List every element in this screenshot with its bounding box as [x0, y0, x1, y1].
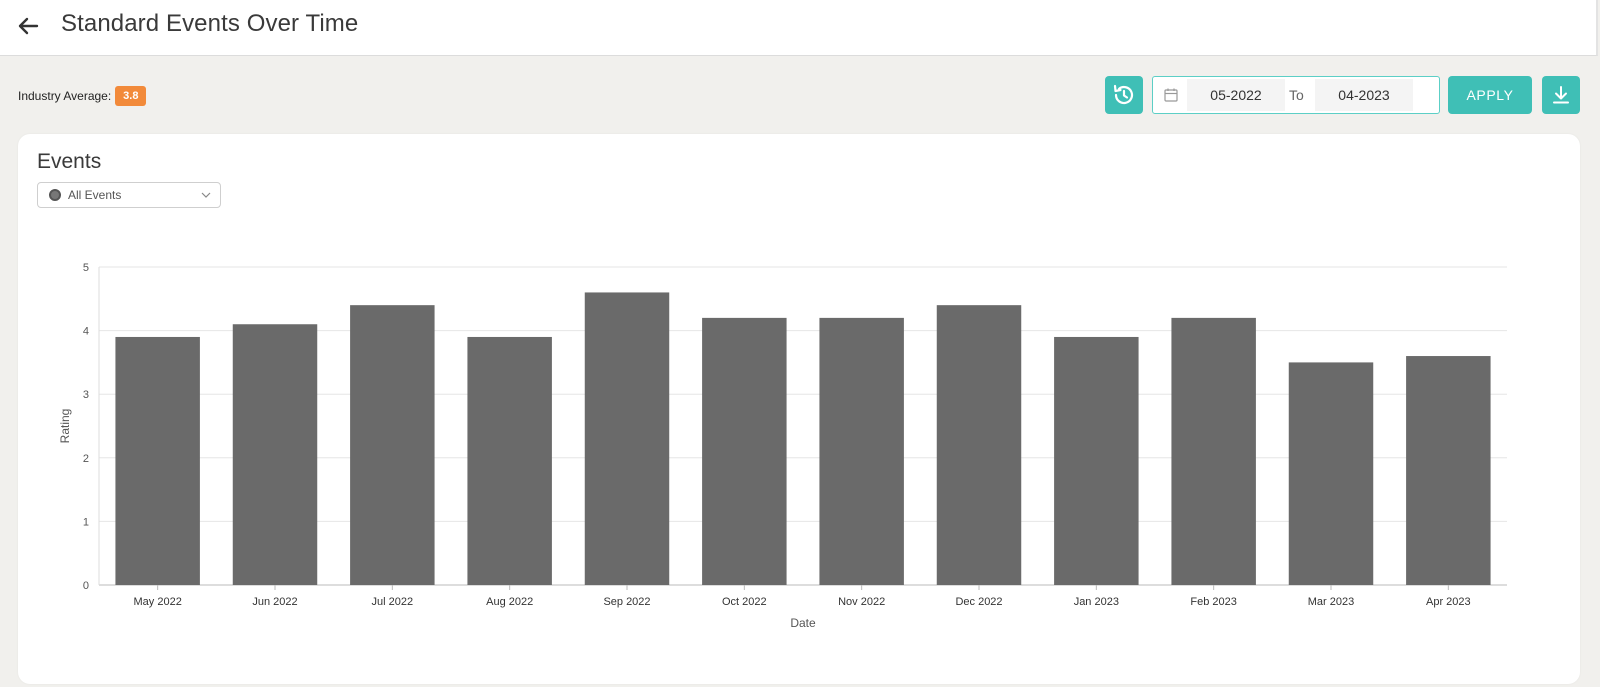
bar: [1288, 362, 1374, 585]
date-range-picker: To: [1152, 76, 1440, 114]
x-tick-label: Jul 2022: [372, 596, 414, 608]
y-tick-label: 0: [83, 580, 89, 592]
bar: [350, 305, 435, 585]
bar: [936, 305, 1022, 585]
events-bar-chart: 0 1 2 3 4 5 May 2022 Jun 2022 Jul 2022 Aug 2022 Se…: [58, 262, 1507, 630]
x-tick-label: Feb 2023: [1190, 596, 1236, 608]
bar: [232, 324, 318, 585]
bar: [1054, 336, 1139, 585]
x-tick-label: Jun 2022: [252, 596, 297, 608]
bar: [1171, 317, 1256, 585]
date-to-label: To: [1289, 87, 1304, 103]
x-tick-label: Jan 2023: [1074, 596, 1119, 608]
page-title: Standard Events Over Time: [61, 10, 359, 37]
x-tick-label: Dec 2022: [955, 596, 1002, 608]
history-icon: [1113, 84, 1134, 105]
x-tick-label: Sep 2022: [603, 596, 650, 608]
x-tick-label: Aug 2022: [486, 596, 533, 608]
x-axis-label: Date: [790, 616, 816, 630]
date-to-input[interactable]: [1315, 79, 1413, 111]
date-from-input[interactable]: [1187, 79, 1285, 111]
apply-button[interactable]: APPLY: [1448, 76, 1532, 114]
bar: [819, 317, 904, 585]
bar: [467, 336, 552, 585]
x-tick-label: Oct 2022: [722, 596, 767, 608]
calendar-icon: [1164, 88, 1178, 102]
page-header: Standard Events Over Time: [0, 0, 1598, 56]
y-tick-label: 1: [83, 516, 89, 528]
x-tick-label: Apr 2023: [1426, 596, 1471, 608]
industry-average-badge: 3.8: [115, 86, 147, 106]
y-axis-label: Rating: [58, 409, 72, 444]
history-reset-button[interactable]: [1105, 76, 1143, 114]
x-tick-label: Mar 2023: [1308, 596, 1354, 608]
back-arrow-icon[interactable]: [14, 12, 42, 40]
download-icon: [1553, 86, 1569, 104]
events-card: Events All Events 0 1 2 3 4 5 May 2022 Jun 2022…: [18, 134, 1580, 684]
bar: [702, 317, 787, 585]
x-tick-label: May 2022: [134, 596, 182, 608]
industry-average-label: Industry Average:: [18, 89, 112, 103]
bar: [115, 336, 200, 585]
y-tick-label: 2: [83, 453, 89, 465]
bar: [1406, 356, 1491, 585]
download-button[interactable]: [1542, 76, 1580, 114]
industry-average: Industry Average: 3.8: [18, 86, 147, 106]
y-tick-label: 4: [83, 326, 89, 338]
x-tick-label: Nov 2022: [838, 596, 885, 608]
bar: [584, 292, 670, 585]
y-tick-label: 5: [83, 262, 89, 274]
y-tick-label: 3: [83, 389, 89, 401]
